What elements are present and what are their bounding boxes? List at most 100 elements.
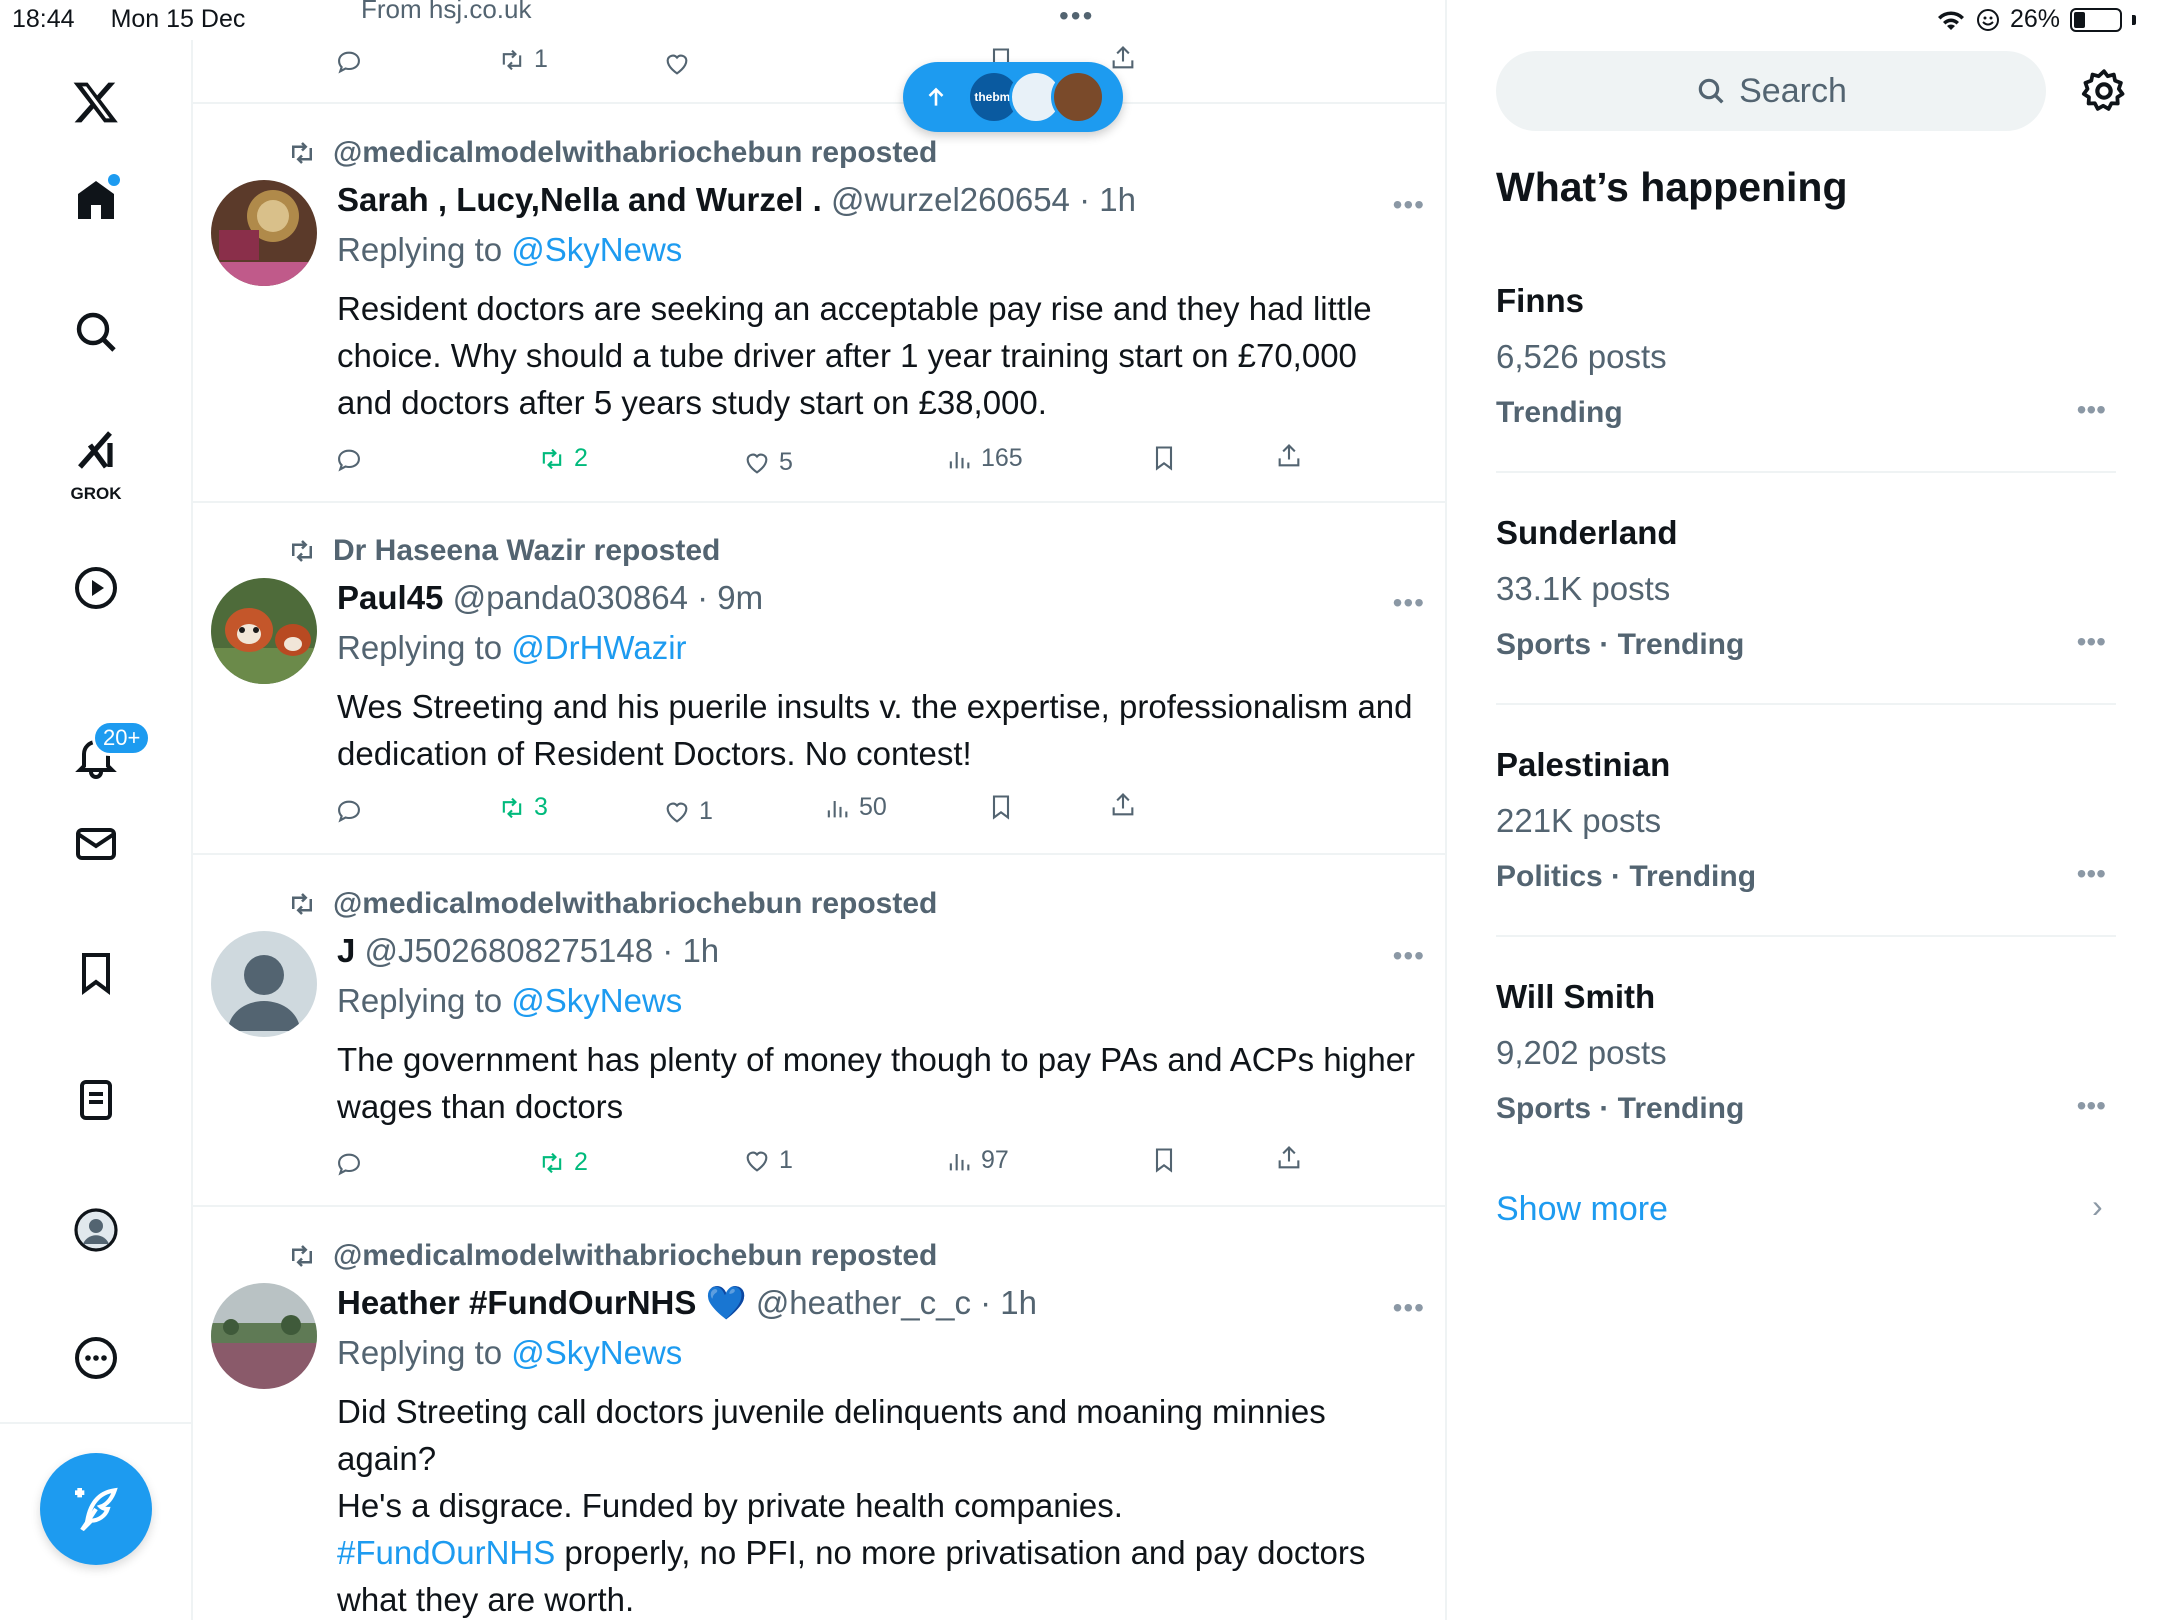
reply-button[interactable] [335, 1150, 363, 1178]
author-name[interactable]: J [337, 932, 355, 969]
more-options-icon[interactable] [56, 1318, 136, 1398]
search-input[interactable]: Search [1496, 51, 2046, 131]
share-button[interactable] [1109, 791, 1137, 819]
avatar[interactable] [211, 180, 317, 286]
retweet-button[interactable]: 2 [538, 1148, 588, 1177]
notifications-bell-icon[interactable]: 20+ [56, 716, 152, 796]
trend-context: Sports · Trending [1496, 628, 1745, 661]
trend-divider [1496, 471, 2116, 473]
views-button[interactable]: 50 [823, 793, 887, 822]
retweet-count: 2 [574, 444, 588, 472]
lists-icon[interactable] [56, 1060, 136, 1140]
share-button[interactable] [1275, 1144, 1303, 1172]
replying-to-mention[interactable]: @SkyNews [511, 982, 682, 1019]
trend-item[interactable]: Finns 6,526 posts Trending ••• [1496, 282, 2116, 442]
post-divider [193, 1205, 1445, 1207]
home-unread-dot [108, 174, 120, 186]
default-avatar-icon[interactable] [211, 931, 317, 1037]
trend-more-button[interactable]: ••• [2077, 1090, 2106, 1122]
pill-avatar [1051, 70, 1105, 124]
home-icon[interactable] [56, 160, 136, 240]
post-text: The government has plenty of money thoug… [337, 1041, 1416, 1125]
retweet-icon [502, 797, 522, 818]
trend-more-button[interactable]: ••• [2077, 394, 2106, 426]
video-play-icon[interactable] [56, 548, 136, 628]
replying-to-mention[interactable]: @DrHWazir [511, 629, 686, 666]
repost-label: @medicalmodelwithabriochebun reposted [333, 1239, 938, 1272]
like-button[interactable] [663, 50, 691, 78]
views-button[interactable]: 165 [945, 444, 1023, 473]
reply-icon [338, 51, 360, 74]
grok-icon[interactable]: GROK [56, 420, 136, 503]
like-button[interactable]: 5 [743, 448, 793, 477]
trend-more-button[interactable]: ••• [2077, 626, 2106, 658]
author-handle[interactable]: @heather_c_c [756, 1284, 971, 1321]
trend-item[interactable]: Sunderland 33.1K posts Sports · Trending… [1496, 514, 2116, 674]
profile-avatar-icon[interactable] [56, 1190, 136, 1270]
trend-more-button[interactable]: ••• [2077, 858, 2106, 890]
trend-post-count: 6,526 posts [1496, 338, 1667, 375]
author-handle[interactable]: @panda030864 [453, 579, 688, 616]
author-handle[interactable]: @J5026808275148 [365, 932, 654, 969]
share-button[interactable] [1275, 442, 1303, 470]
author-name[interactable]: Paul45 [337, 579, 443, 616]
pill-avatar-label: thebmj [974, 90, 1014, 104]
share-icon [1278, 444, 1300, 467]
bookmark-button[interactable] [1150, 1146, 1178, 1174]
show-more-link[interactable]: Show more [1496, 1190, 1668, 1229]
like-button[interactable]: 1 [743, 1146, 793, 1175]
retweet-button[interactable]: 1 [498, 45, 548, 74]
post-more-button[interactable]: ••• [1393, 587, 1425, 619]
previous-post-actions: 1 [193, 40, 1445, 80]
avatar[interactable] [211, 1283, 317, 1389]
post-more-button[interactable]: ••• [1393, 940, 1425, 972]
post-more-button[interactable]: ••• [1393, 189, 1425, 221]
repost-indicator: @medicalmodelwithabriochebun reposted [285, 884, 937, 924]
retweet-icon [542, 448, 562, 469]
bookmark-button[interactable] [1150, 444, 1178, 472]
nav-divider [0, 1422, 193, 1424]
views-bar-chart-icon [949, 451, 970, 468]
replying-to: Replying to @SkyNews [337, 982, 682, 1020]
hashtag-link[interactable]: #FundOurNHS [337, 1534, 555, 1571]
replying-to-mention[interactable]: @SkyNews [511, 1334, 682, 1371]
retweet-icon [292, 893, 312, 915]
replying-to-prefix: Replying to [337, 629, 512, 666]
share-button[interactable] [1109, 44, 1137, 72]
post-actions: 2 5 165 [193, 440, 1445, 480]
x-logo-icon[interactable] [56, 62, 136, 142]
views-count: 165 [981, 444, 1023, 472]
author-name[interactable]: Sarah , Lucy,Nella and Wurzel . [337, 181, 822, 218]
share-icon [1112, 46, 1134, 69]
messages-envelope-icon[interactable] [56, 804, 136, 884]
author-handle[interactable]: @wurzel260654 [831, 181, 1070, 218]
post-more-button[interactable]: ••• [1393, 1292, 1425, 1324]
bookmarks-icon[interactable] [56, 933, 136, 1013]
avatar[interactable] [211, 578, 317, 684]
previous-post-more[interactable]: ••• [1059, 0, 1094, 32]
repost-indicator: Dr Haseena Wazir reposted [285, 531, 720, 571]
reply-button[interactable] [335, 48, 363, 76]
heart-icon [666, 802, 688, 823]
author-name[interactable]: Heather #FundOurNHS [337, 1284, 696, 1321]
like-button[interactable]: 1 [663, 797, 713, 826]
bookmark-button[interactable] [987, 793, 1015, 821]
trend-item[interactable]: Palestinian 221K posts Politics · Trendi… [1496, 746, 2116, 906]
search-icon[interactable] [56, 292, 136, 372]
heart-icon [746, 453, 768, 474]
reply-button[interactable] [335, 797, 363, 825]
post-author-line: Paul45 @panda030864 · 9m [337, 579, 763, 617]
retweet-icon [292, 142, 312, 164]
retweet-button[interactable]: 3 [498, 793, 548, 822]
compose-post-button[interactable] [40, 1453, 152, 1565]
new-posts-pill[interactable]: thebmj [903, 62, 1123, 132]
post-actions: 3 1 50 [193, 791, 1445, 831]
retweet-button[interactable]: 2 [538, 444, 588, 473]
views-button[interactable]: 97 [945, 1146, 1009, 1175]
gear-icon[interactable] [2079, 66, 2129, 116]
post-time: · 1h [980, 1284, 1037, 1321]
reply-button[interactable] [335, 446, 363, 474]
replying-to-mention[interactable]: @SkyNews [511, 231, 682, 268]
repost-indicator: @medicalmodelwithabriochebun reposted [285, 1236, 937, 1276]
trend-item[interactable]: Will Smith 9,202 posts Sports · Trending… [1496, 978, 2116, 1138]
